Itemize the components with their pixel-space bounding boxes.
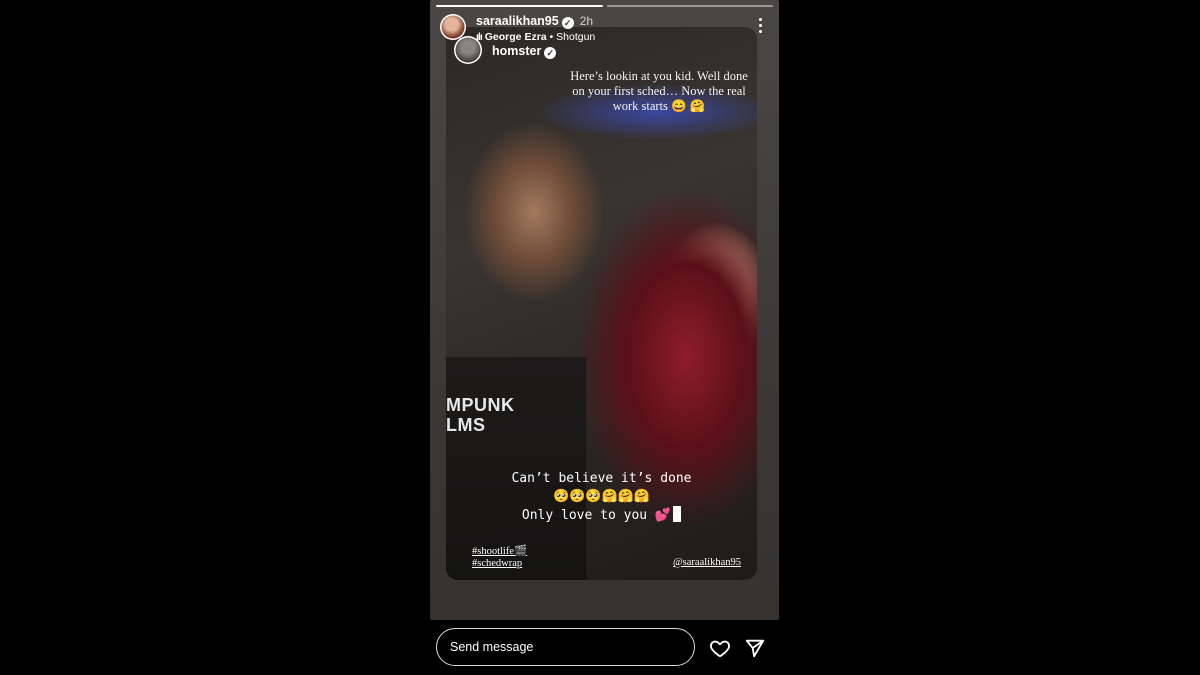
heart-icon[interactable]: [709, 637, 731, 659]
caption-line-1: Can’t believe it’s done: [511, 471, 692, 486]
story-time: 2h: [579, 14, 594, 28]
music-artist: George Ezra: [484, 31, 547, 43]
tshirt-print: MPUNK LMS: [446, 395, 515, 435]
more-dot: [759, 18, 762, 21]
text-cursor: [673, 506, 682, 522]
music-separator: •: [549, 31, 554, 43]
more-dot: [759, 24, 762, 27]
mention-tag[interactable]: @saraalikhan95: [673, 557, 741, 568]
story-header: saraalikhan95 ✓ 2h ılı George Ezra • Shotgu…: [438, 14, 771, 54]
hashtag-schedwrap[interactable]: #schedwrap: [472, 558, 527, 570]
story-user[interactable]: saraalikhan95 ✓ 2h: [476, 14, 593, 29]
progress-segment: [436, 5, 603, 7]
send-message-input[interactable]: [436, 628, 695, 666]
caption-middle: Can’t believe it’s done 🥺🥺🥺🤗🤗🤗 Only love…: [446, 470, 757, 525]
user-avatar[interactable]: [440, 14, 466, 40]
tshirt-line-2: LMS: [446, 415, 486, 435]
caption-line-3-wrap: Only love to you 💕: [446, 506, 757, 525]
progress-segment: [606, 5, 773, 7]
story-footer: [436, 628, 776, 668]
verified-badge-icon: ✓: [561, 17, 574, 29]
more-dot: [759, 30, 762, 33]
hashtag-shootlife[interactable]: #shootlife🎬: [472, 546, 527, 558]
story-photo: MPUNK LMS homster ✓ Here’s lookin at you …: [446, 27, 757, 580]
caption-emojis: 🥺🥺🥺🤗🤗🤗: [552, 489, 651, 504]
hashtags: #shootlife🎬 #schedwrap: [472, 546, 527, 570]
story-progress: [436, 5, 773, 7]
music-sticker[interactable]: ılı George Ezra • Shotgun: [476, 31, 595, 43]
music-song: Shotgun: [556, 31, 596, 43]
more-vertical-icon[interactable]: [759, 18, 763, 33]
caption-top: Here’s lookin at you kid. Well done on y…: [570, 69, 748, 113]
caption-line-3: Only love to you 💕: [521, 508, 672, 523]
story-viewer[interactable]: MPUNK LMS homster ✓ Here’s lookin at you …: [430, 0, 779, 620]
story-username: saraalikhan95: [476, 14, 559, 28]
send-icon[interactable]: [744, 637, 766, 659]
music-bars-icon: ılı: [476, 31, 483, 43]
tshirt-line-1: MPUNK: [446, 395, 515, 415]
